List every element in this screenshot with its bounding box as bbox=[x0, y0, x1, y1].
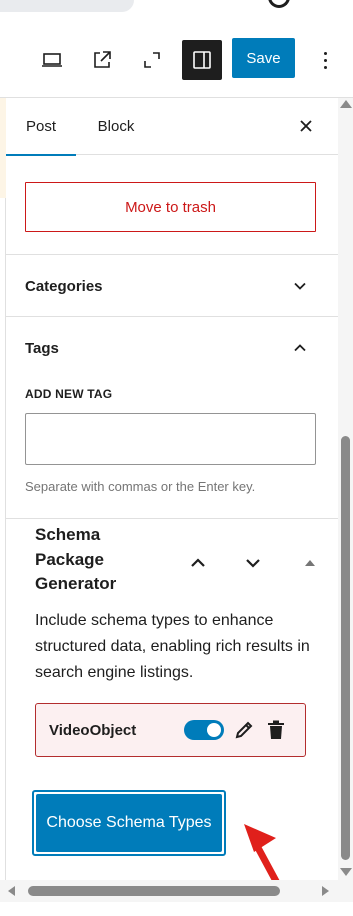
move-down-icon[interactable] bbox=[239, 549, 267, 577]
trash-icon[interactable] bbox=[264, 718, 288, 742]
profile-icon bbox=[268, 0, 290, 8]
chevron-up-icon[interactable] bbox=[288, 336, 312, 360]
schema-item-toggle[interactable] bbox=[184, 720, 224, 740]
save-button[interactable]: Save bbox=[232, 38, 295, 78]
tags-panel-header[interactable]: Tags bbox=[6, 317, 338, 379]
move-to-trash-button[interactable]: Move to trash bbox=[25, 182, 316, 232]
choose-schema-types-button[interactable]: Choose Schema Types bbox=[36, 794, 222, 852]
scroll-down-arrow-icon[interactable] bbox=[340, 868, 352, 876]
tags-title: Tags bbox=[25, 339, 59, 357]
schema-panel-title: Schema Package Generator bbox=[35, 525, 117, 593]
toggle-knob bbox=[207, 723, 221, 737]
external-link-icon[interactable] bbox=[82, 40, 122, 80]
more-options-icon[interactable] bbox=[310, 40, 340, 80]
scroll-up-arrow-icon[interactable] bbox=[340, 100, 352, 108]
categories-panel-header[interactable]: Categories bbox=[6, 255, 338, 317]
scroll-left-arrow-icon[interactable] bbox=[8, 886, 15, 896]
editor-toolbar: Save bbox=[0, 20, 353, 98]
browser-chrome bbox=[0, 0, 353, 14]
tab-block[interactable]: Block bbox=[86, 98, 146, 155]
schema-item: VideoObject bbox=[35, 703, 306, 757]
fullscreen-icon[interactable] bbox=[132, 40, 172, 80]
move-up-icon[interactable] bbox=[184, 549, 212, 577]
collapse-triangle-icon[interactable] bbox=[296, 549, 324, 577]
vertical-scroll-thumb[interactable] bbox=[341, 436, 350, 860]
schema-description: Include schema types to enhance structur… bbox=[35, 612, 310, 681]
tab-post[interactable]: Post bbox=[6, 98, 76, 156]
close-icon[interactable] bbox=[292, 112, 320, 140]
sidebar-toggle-icon[interactable] bbox=[182, 40, 222, 80]
browser-tab-edge bbox=[0, 0, 134, 12]
schema-item-label: VideoObject bbox=[49, 721, 137, 739]
categories-title: Categories bbox=[25, 277, 103, 295]
settings-sidebar: Post Block Move to trash Categories Tags… bbox=[6, 98, 338, 916]
scroll-right-arrow-icon[interactable] bbox=[322, 886, 329, 896]
pencil-icon[interactable] bbox=[232, 718, 256, 742]
tags-help-text: Separate with commas or the Enter key. bbox=[25, 479, 256, 494]
add-new-tag-input[interactable] bbox=[25, 413, 316, 465]
schema-panel-header: Schema Package Generator bbox=[6, 519, 338, 605]
horizontal-scroll-thumb[interactable] bbox=[28, 886, 280, 896]
sidebar-tabs: Post Block bbox=[6, 98, 338, 156]
chevron-down-icon[interactable] bbox=[288, 274, 312, 298]
choose-schema-types-focus-ring: Choose Schema Types bbox=[32, 790, 226, 856]
laptop-icon[interactable] bbox=[32, 40, 72, 80]
add-new-tag-label: ADD NEW TAG bbox=[25, 387, 113, 401]
window-bottom-edge bbox=[0, 902, 353, 916]
